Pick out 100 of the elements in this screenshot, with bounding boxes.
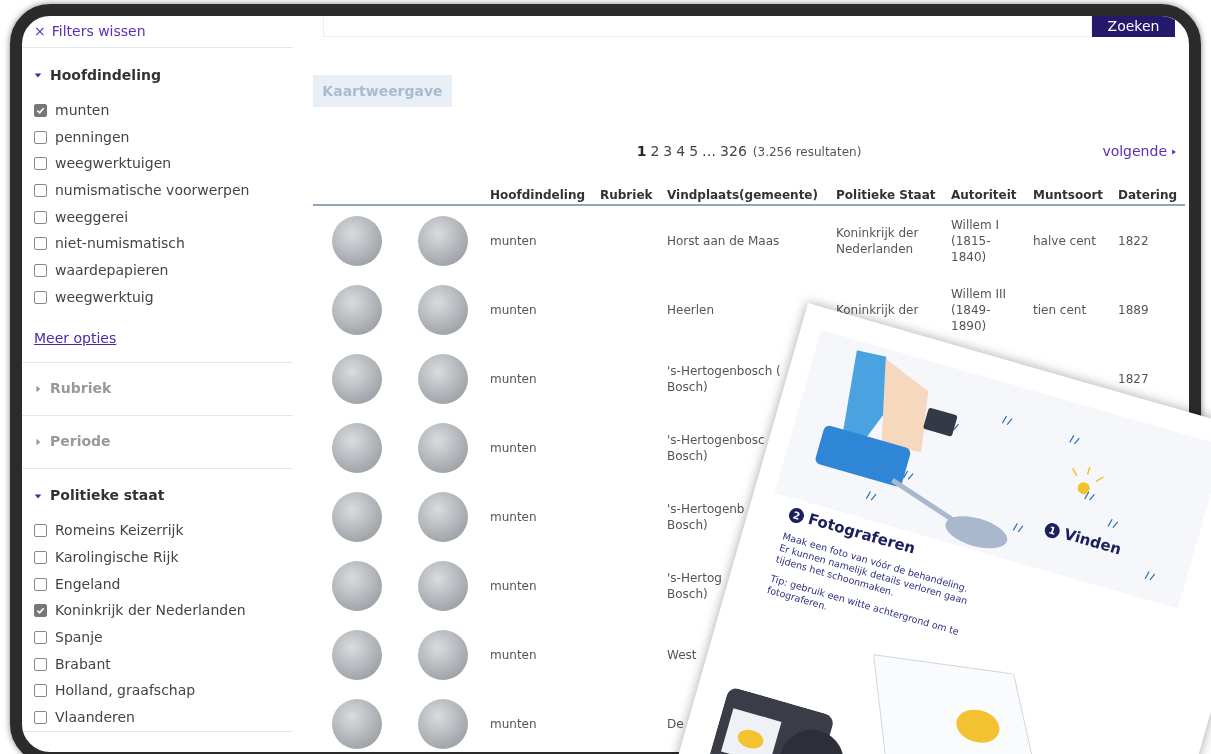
coin-photo bbox=[332, 491, 382, 542]
table-cell-line: Bosch) bbox=[667, 447, 708, 464]
table-cell-text: munten bbox=[489, 370, 538, 388]
checkbox[interactable] bbox=[34, 657, 47, 671]
page-link[interactable]: 3 bbox=[663, 141, 673, 162]
column-header[interactable]: Datering bbox=[1113, 186, 1185, 204]
coin-photo bbox=[418, 422, 468, 473]
caret-right-icon bbox=[34, 384, 42, 393]
coin-photo bbox=[418, 698, 468, 749]
table-cell-line: Bosch) bbox=[667, 585, 708, 602]
table-cell-line: Heerlen bbox=[667, 301, 715, 318]
table-cell-text: munten bbox=[489, 646, 538, 664]
coin-photo bbox=[418, 284, 468, 335]
caret-right-icon bbox=[1171, 147, 1177, 156]
table-cell-text: munten bbox=[489, 232, 538, 250]
filter-option-label: Engeland bbox=[55, 574, 121, 594]
checkbox[interactable] bbox=[34, 183, 47, 197]
table-cell-text: Koninkrijk der Nederlanden bbox=[835, 224, 920, 257]
table-cell-text: munten bbox=[489, 301, 538, 319]
checkbox[interactable] bbox=[34, 237, 47, 251]
table-cell-line: 's-Hertogenbosc bbox=[667, 431, 765, 448]
table-cell-text: Willem I (1815-1840) bbox=[950, 216, 1001, 265]
table-cell-line: Horst aan de Maas bbox=[667, 232, 780, 249]
table-cell-text: munten bbox=[489, 508, 538, 526]
filter-option-label: Karolingische Rijk bbox=[55, 548, 179, 568]
filter-group-heading[interactable]: Politieke staat bbox=[34, 483, 293, 508]
filter-option-label: Spanje bbox=[55, 628, 103, 648]
table-cell-line: De bbox=[667, 715, 684, 732]
table-cell-text: Koninkrijk der bbox=[835, 301, 920, 318]
coin-photo bbox=[418, 353, 468, 404]
coin-photo bbox=[332, 422, 382, 473]
table-cell-text: tien cent bbox=[1032, 301, 1088, 319]
checkbox[interactable] bbox=[34, 210, 47, 224]
column-header[interactable]: Muntsoort bbox=[1028, 186, 1113, 204]
checkbox[interactable] bbox=[34, 524, 47, 538]
column-header[interactable]: Vindplaats(gemeente) bbox=[662, 186, 831, 204]
checkbox[interactable] bbox=[34, 130, 47, 144]
column-header[interactable]: Rubriek bbox=[595, 186, 662, 204]
pagination-ellipsis: … bbox=[702, 142, 717, 161]
next-page-link[interactable]: volgende bbox=[1102, 141, 1177, 162]
checkbox[interactable] bbox=[34, 263, 47, 277]
checkbox[interactable] bbox=[34, 711, 47, 725]
checkbox[interactable] bbox=[34, 157, 47, 171]
filter-option-label: weeggerei bbox=[55, 207, 128, 227]
coin-photo bbox=[418, 629, 468, 680]
filter-option-label: penningen bbox=[55, 127, 130, 147]
page-link[interactable]: 5 bbox=[689, 141, 699, 162]
page-link[interactable]: 4 bbox=[676, 141, 686, 162]
page-link[interactable]: 2 bbox=[650, 141, 660, 162]
page-link[interactable]: 326 bbox=[720, 141, 747, 162]
column-header[interactable]: Politieke Staat bbox=[831, 186, 946, 204]
filter-option-label: niet-numismatisch bbox=[55, 234, 185, 254]
caret-right-icon bbox=[34, 437, 42, 446]
table-cell-text: 1822 bbox=[1117, 232, 1150, 250]
coin-photo bbox=[332, 284, 382, 335]
caret-down-icon bbox=[34, 71, 42, 79]
checkbox[interactable] bbox=[34, 577, 47, 591]
filter-option-label: weegwerktuig bbox=[55, 287, 154, 307]
table-cell-line: 's-Hertogenbosch ( bbox=[667, 362, 781, 379]
filter-option-label: Koninkrijk der Nederlanden bbox=[55, 601, 246, 621]
table-cell-line: West bbox=[667, 646, 697, 663]
checkbox[interactable] bbox=[34, 604, 47, 618]
table-cell-line: Bosch) bbox=[667, 378, 708, 395]
more-options-link[interactable]: Meer opties bbox=[34, 328, 117, 349]
table-cell-text: 1889 bbox=[1117, 301, 1150, 319]
page-link[interactable]: 1 bbox=[636, 141, 647, 162]
search-button[interactable]: Zoeken bbox=[1092, 16, 1175, 37]
table-cell-line: 's-Hertog bbox=[667, 569, 722, 586]
filter-option-label: Brabant bbox=[55, 654, 111, 674]
checkbox[interactable] bbox=[34, 631, 47, 645]
coin-photo bbox=[418, 560, 468, 611]
table-cell-text: halve cent bbox=[1032, 232, 1097, 250]
clear-filters-link[interactable]: × Filters wissen bbox=[34, 21, 146, 42]
coin-photo bbox=[332, 698, 382, 749]
filter-option-label: Holland, graafschap bbox=[55, 681, 196, 701]
table-cell-text: 1827 bbox=[1117, 370, 1150, 388]
result-count: (3.256 resultaten) bbox=[752, 144, 862, 161]
filter-option-label: munten bbox=[55, 100, 110, 120]
checkbox[interactable] bbox=[34, 290, 47, 304]
coin-photo bbox=[418, 491, 468, 542]
table-cell-text: munten bbox=[489, 439, 538, 457]
coin-photo bbox=[332, 629, 382, 680]
filter-group-heading[interactable]: Hoofdindeling bbox=[34, 63, 293, 87]
column-header[interactable]: Hoofdindeling bbox=[485, 186, 595, 204]
filter-option-label: numismatische voorwerpen bbox=[55, 180, 250, 200]
table-cell-text: munten bbox=[489, 715, 538, 733]
caret-down-icon bbox=[34, 491, 42, 500]
filter-option-label: Romeins Keizerrijk bbox=[55, 521, 184, 541]
coin-photo bbox=[418, 215, 468, 266]
filter-option-label: Vlaanderen bbox=[55, 708, 135, 728]
checkbox[interactable] bbox=[34, 684, 47, 698]
table-cell-line: Bosch) bbox=[667, 516, 708, 533]
checkbox[interactable] bbox=[34, 551, 47, 565]
search-field[interactable] bbox=[323, 16, 1092, 37]
column-header[interactable]: Autoriteit bbox=[946, 186, 1028, 204]
filter-option-label: weegwerktuigen bbox=[55, 154, 172, 174]
step-number: 2 bbox=[787, 506, 806, 525]
checkbox[interactable] bbox=[34, 103, 47, 117]
coin-photo bbox=[332, 215, 382, 266]
coin-photo bbox=[332, 353, 382, 404]
